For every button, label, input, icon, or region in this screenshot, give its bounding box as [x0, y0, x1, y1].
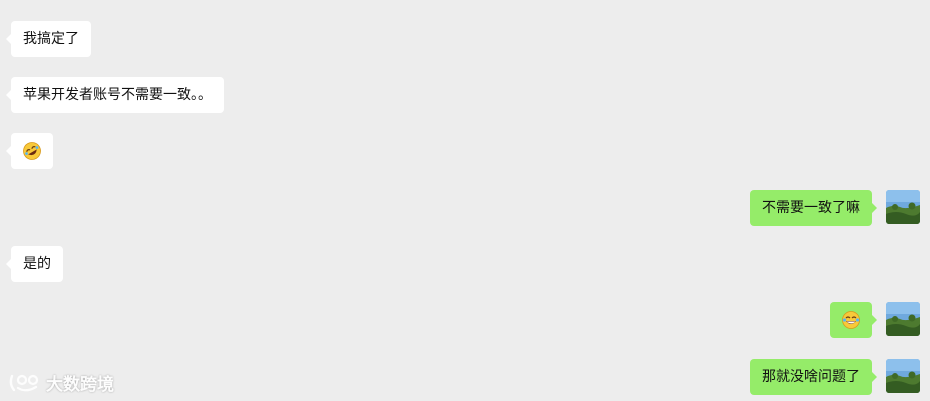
tears-of-joy-emoji-icon: [842, 311, 860, 329]
incoming-message: 是的: [6, 246, 63, 282]
incoming-message: 我搞定了: [6, 21, 91, 57]
message-bubble[interactable]: 我搞定了: [6, 21, 91, 57]
avatar[interactable]: [886, 359, 920, 393]
outgoing-message: 不需要一致了嘛: [750, 190, 920, 226]
incoming-message: 苹果开发者账号不需要一致。。: [6, 77, 224, 113]
message-bubble[interactable]: 苹果开发者账号不需要一致。。: [6, 77, 224, 113]
message-bubble[interactable]: 不需要一致了嘛: [750, 190, 877, 226]
outgoing-message: 那就没啥问题了: [750, 359, 920, 395]
message-bubble[interactable]: [6, 133, 53, 169]
message-bubble[interactable]: 是的: [6, 246, 63, 282]
watermark-text: 大数跨境: [46, 375, 114, 395]
watermark: 大数跨境: [8, 370, 114, 395]
outgoing-message: [830, 302, 920, 338]
message-bubble[interactable]: 那就没啥问题了: [750, 359, 877, 395]
message-bubble[interactable]: [830, 302, 877, 338]
avatar[interactable]: [886, 302, 920, 336]
incoming-message: [6, 133, 53, 169]
avatar[interactable]: [886, 190, 920, 224]
watermark-logo-icon: [9, 374, 39, 391]
rolling-laugh-emoji-icon: [23, 142, 41, 160]
